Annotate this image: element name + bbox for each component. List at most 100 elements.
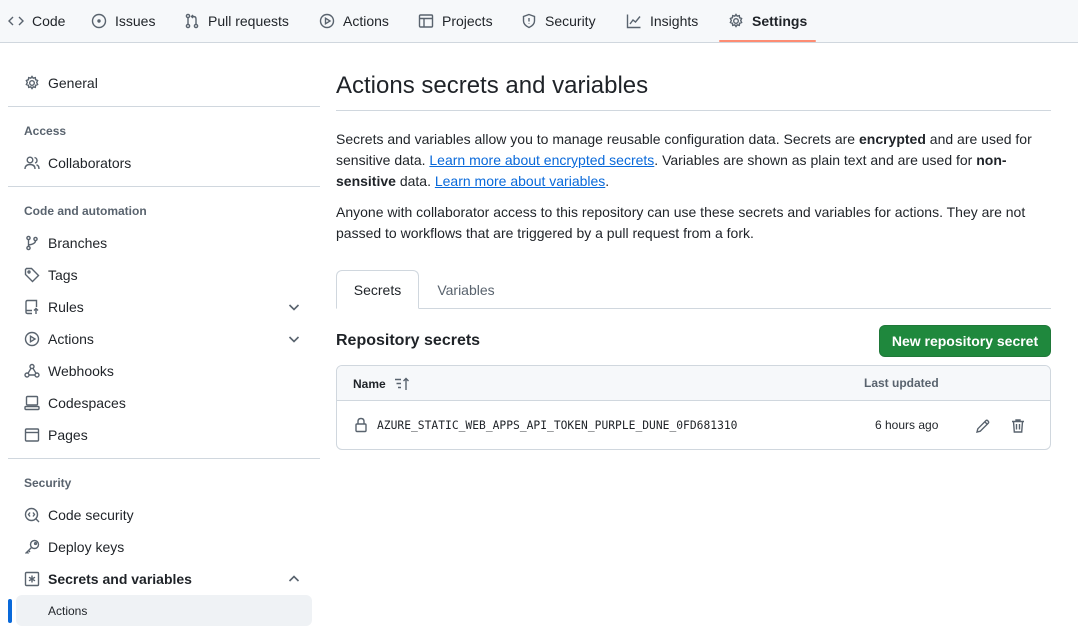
- tab-settings[interactable]: Settings: [728, 0, 807, 42]
- tab-settings-label: Settings: [752, 13, 808, 29]
- browser-icon: [24, 427, 40, 443]
- secret-last-updated: 6 hours ago: [875, 418, 939, 432]
- codescan-icon: [24, 507, 40, 523]
- page-title: Actions secrets and variables: [336, 72, 649, 99]
- intro-text-part: data.: [395, 173, 435, 189]
- tab-actions-label: Actions: [343, 13, 389, 29]
- tab-projects[interactable]: Projects: [418, 0, 493, 42]
- sidebar-item-rules[interactable]: Rules: [24, 295, 312, 319]
- column-header-last-updated: Last updated: [864, 376, 939, 390]
- link-variables[interactable]: Learn more about variables: [435, 173, 605, 189]
- tab-pull-requests-label: Pull requests: [208, 13, 289, 29]
- sidebar-item-pages-label: Pages: [48, 427, 88, 443]
- chevron-down-icon[interactable]: [286, 299, 302, 315]
- tag-icon: [24, 267, 40, 283]
- intro-text-part: . Variables are shown as plain text and …: [654, 152, 977, 168]
- sidebar-item-codespaces[interactable]: Codespaces: [24, 391, 312, 415]
- sidebar-divider: [8, 106, 320, 107]
- section-title: Repository secrets: [336, 332, 481, 349]
- gear-icon: [24, 75, 40, 91]
- people-icon: [24, 155, 40, 171]
- sidebar-divider: [8, 186, 320, 187]
- title-divider: [336, 110, 1051, 111]
- sidebar-item-pages[interactable]: Pages: [24, 423, 312, 447]
- tab-actions[interactable]: Actions: [319, 0, 389, 42]
- sidebar-item-codespaces-label: Codespaces: [48, 395, 126, 411]
- sidebar-item-webhooks-label: Webhooks: [48, 363, 114, 379]
- git-branch-icon: [24, 235, 40, 251]
- asterisk-box-icon: [24, 571, 40, 587]
- column-header-name[interactable]: Name: [353, 376, 410, 392]
- repo-nav: Code Issues Pull requests Actions Projec…: [0, 0, 1078, 43]
- table-header: Name Last updated: [337, 366, 1050, 401]
- sidebar-item-tags[interactable]: Tags: [24, 263, 312, 287]
- sidebar-item-deploy-keys[interactable]: Deploy keys: [24, 535, 312, 559]
- sidebar-item-secrets-and-variables-label: Secrets and variables: [48, 571, 192, 587]
- play-icon: [319, 13, 335, 29]
- tab-projects-label: Projects: [442, 13, 493, 29]
- delete-secret-button[interactable]: [1008, 416, 1028, 436]
- lock-icon: [353, 417, 369, 433]
- graph-icon: [626, 13, 642, 29]
- sort-asc-icon[interactable]: [394, 376, 410, 392]
- tab-security-label: Security: [545, 13, 596, 29]
- secret-name: AZURE_STATIC_WEB_APPS_API_TOKEN_PURPLE_D…: [377, 419, 738, 432]
- tab-code[interactable]: Code: [8, 0, 65, 42]
- sidebar-item-general[interactable]: General: [24, 71, 312, 95]
- active-tab-underline: [719, 40, 816, 42]
- chevron-up-icon[interactable]: [286, 571, 302, 587]
- key-icon: [24, 539, 40, 555]
- sidebar-item-collaborators-label: Collaborators: [48, 155, 132, 171]
- edit-secret-button[interactable]: [973, 416, 993, 436]
- tab-code-label: Code: [32, 13, 66, 29]
- sidebar-item-deploy-keys-label: Deploy keys: [48, 539, 125, 555]
- tab-issues[interactable]: Issues: [91, 0, 155, 42]
- active-item-marker: [8, 599, 12, 623]
- sidebar-item-code-security[interactable]: Code security: [24, 503, 312, 527]
- sidebar-item-collaborators[interactable]: Collaborators: [24, 151, 312, 175]
- tab-secrets[interactable]: Secrets: [336, 270, 419, 309]
- sidebar-item-general-label: General: [48, 75, 98, 91]
- sidebar-item-actions-label: Actions: [48, 331, 94, 347]
- issue-icon: [91, 13, 107, 29]
- pull-request-icon: [184, 13, 200, 29]
- codespaces-icon: [24, 395, 40, 411]
- sidebar-divider: [8, 458, 320, 459]
- sidebar-subitem-actions[interactable]: Actions: [16, 595, 312, 626]
- gear-icon: [728, 13, 744, 29]
- secrets-table: Name Last updated AZURE_STATIC_WEB_APPS_…: [336, 365, 1051, 450]
- new-repository-secret-button[interactable]: New repository secret: [879, 325, 1051, 357]
- sidebar-item-branches[interactable]: Branches: [24, 231, 312, 255]
- sidebar-item-actions[interactable]: Actions: [24, 327, 312, 351]
- chevron-down-icon[interactable]: [286, 331, 302, 347]
- tab-insights[interactable]: Insights: [626, 0, 698, 42]
- trash-icon: [1012, 419, 1024, 433]
- code-icon: [8, 13, 24, 29]
- intro-text-part: Secrets and variables allow you to manag…: [336, 131, 859, 147]
- sidebar-item-rules-label: Rules: [48, 299, 84, 315]
- table-icon: [418, 13, 434, 29]
- sidebar-item-secrets-and-variables[interactable]: Secrets and variables: [24, 567, 312, 591]
- sidebar-heading-security: Security: [24, 476, 72, 490]
- intro-text-part: .: [605, 173, 610, 189]
- shield-icon: [521, 13, 537, 29]
- sidebar-heading-code-automation: Code and automation: [24, 204, 147, 218]
- play-icon: [24, 331, 40, 347]
- tab-issues-label: Issues: [115, 13, 156, 29]
- column-header-name-label: Name: [353, 377, 386, 391]
- webhook-icon: [24, 363, 40, 379]
- sidebar-item-branches-label: Branches: [48, 235, 108, 251]
- repo-push-icon: [24, 299, 40, 315]
- pencil-icon: [976, 419, 990, 433]
- sidebar-item-code-security-label: Code security: [48, 507, 134, 523]
- sidebar-subitem-actions-label: Actions: [48, 603, 88, 618]
- collaborator-notice: Anyone with collaborator access to this …: [336, 204, 1026, 241]
- tab-insights-label: Insights: [650, 13, 699, 29]
- tab-variables[interactable]: Variables: [419, 270, 513, 309]
- tab-security[interactable]: Security: [521, 0, 596, 42]
- sidebar-item-webhooks[interactable]: Webhooks: [24, 359, 312, 383]
- tab-pull-requests[interactable]: Pull requests: [184, 0, 289, 42]
- link-encrypted-secrets[interactable]: Learn more about encrypted secrets: [429, 152, 654, 168]
- table-row: AZURE_STATIC_WEB_APPS_API_TOKEN_PURPLE_D…: [337, 402, 1050, 449]
- sidebar-item-tags-label: Tags: [48, 267, 78, 283]
